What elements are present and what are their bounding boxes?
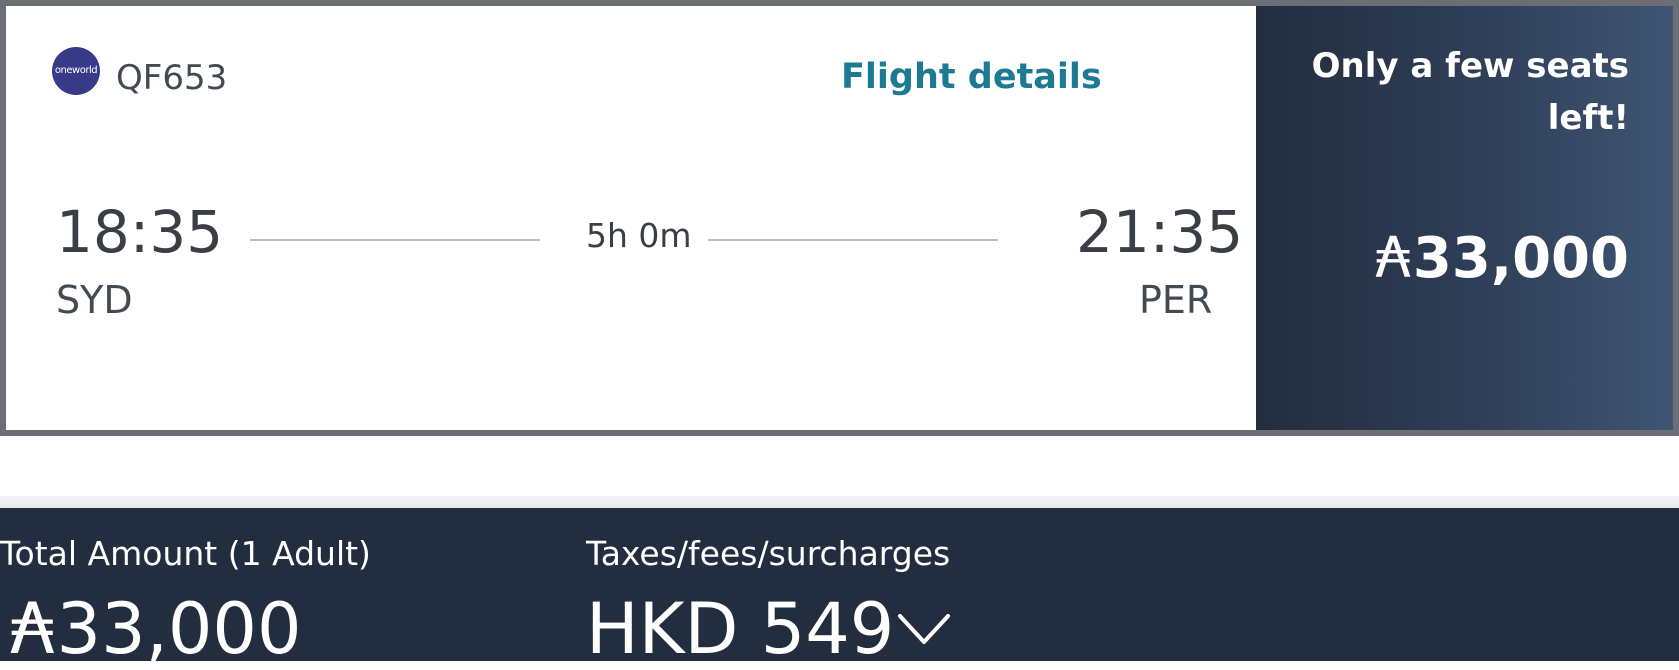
booking-summary-bar: Total Amount (1 Adult) ₳33,000 Taxes/fee… [0,508,1679,670]
fare-price-panel[interactable]: Only a few seats left! ₳33,000 [1256,6,1673,430]
flight-details-link[interactable]: Flight details [841,57,1102,97]
oneworld-logo: oneworld [52,47,100,95]
flight-info-panel: oneworld QF653 Flight details 18:35 SYD … [6,6,1256,430]
chevron-down-icon[interactable] [896,608,952,648]
arrival-airport: PER [1139,278,1213,322]
flight-number: QF653 [116,58,228,98]
total-points-value: 33,000 [56,588,302,670]
departure-time: 18:35 [56,198,224,266]
total-amount-label: Total Amount (1 Adult) [0,534,371,573]
flight-duration: 5h 0m [586,216,692,255]
fare-price: ₳33,000 [1375,226,1629,291]
taxes-value: HKD 549 [586,588,895,670]
taxes-label: Taxes/fees/surcharges [586,534,951,573]
arrival-time: 21:35 [1076,198,1244,266]
route-line-left [250,239,540,241]
qantas-points-icon: ₳ [10,588,55,670]
fare-price-value: 33,000 [1412,226,1629,291]
flight-result-card[interactable]: oneworld QF653 Flight details 18:35 SYD … [0,0,1679,436]
footer-divider [0,496,1679,508]
total-amount-value: ₳33,000 [10,588,301,670]
seat-availability-message: Only a few seats left! [1311,46,1629,138]
route-line-right [708,239,998,241]
qantas-points-icon: ₳ [1375,226,1411,291]
departure-airport: SYD [56,278,133,322]
